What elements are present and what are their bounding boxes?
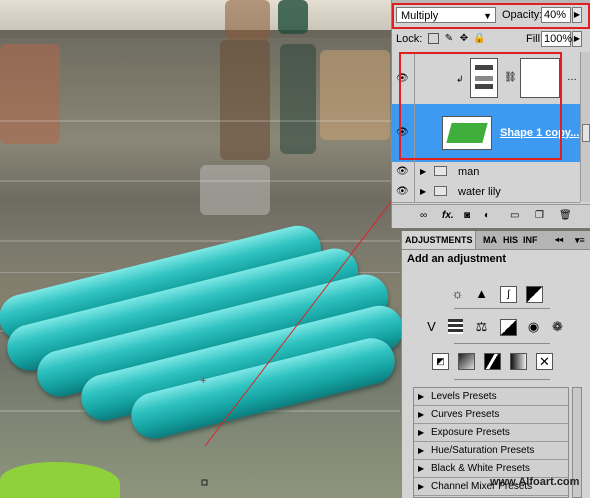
new-layer-icon[interactable]: ❐	[535, 210, 544, 222]
layers-panel: Multiply ▼ Opacity: 40% ▶ Lock: ✎ ✥ 🔒 Fi…	[391, 0, 590, 228]
expand-triangle-icon[interactable]: ▶	[420, 167, 426, 176]
box-reflection	[200, 165, 270, 215]
adjustment-thumbnail	[470, 58, 498, 98]
right-reflection	[320, 50, 390, 140]
visibility-eye-icon[interactable]: 👁	[396, 187, 410, 197]
lock-all-icon[interactable]: 🔒	[473, 33, 485, 45]
blend-mode-value: Multiply	[401, 10, 439, 22]
layer-mask-thumbnail[interactable]	[520, 58, 560, 98]
preset-item[interactable]: ▶ Levels Presets	[414, 388, 568, 406]
collapse-icon[interactable]: ◂◂	[552, 231, 566, 249]
preset-item[interactable]: ▶ Curves Presets	[414, 406, 568, 424]
brightness-contrast-icon[interactable]: ☼	[450, 286, 465, 301]
mask-icon[interactable]: ◙	[464, 210, 470, 222]
blend-row: Multiply ▼ Opacity: 40% ▶	[396, 7, 582, 29]
exposure-icon[interactable]	[526, 286, 543, 303]
hydrant	[278, 0, 308, 34]
invert-icon[interactable]: ◩	[432, 353, 449, 370]
sidewalk-area	[0, 0, 400, 32]
hue-saturation-icon[interactable]	[448, 319, 463, 334]
shape-thumbnail	[442, 116, 492, 150]
tab-adjustments[interactable]: ADJUSTMENTS	[402, 231, 476, 249]
lock-label: Lock:	[396, 33, 423, 45]
visibility-eye-icon[interactable]: 👁	[396, 74, 410, 84]
threshold-icon[interactable]	[484, 353, 501, 370]
layer-row-shape[interactable]: 👁 Shape 1 copy...	[392, 104, 580, 163]
trash-icon[interactable]: 🗑	[559, 210, 572, 222]
curb	[0, 30, 400, 38]
watermark-text: www.Alfoart.com	[490, 476, 580, 488]
blend-mode-select[interactable]: Multiply ▼	[396, 7, 496, 23]
preset-item[interactable]: ▶ Exposure Presets	[414, 424, 568, 442]
chevron-down-icon: ▼	[483, 11, 492, 21]
link-icon[interactable]: ∞	[420, 210, 427, 222]
levels-icon[interactable]: ▲	[474, 286, 489, 301]
visibility-eye-icon[interactable]: 👁	[396, 167, 410, 177]
tab-history[interactable]: HIS	[500, 231, 521, 249]
layer-name-man[interactable]: man	[458, 166, 479, 178]
expand-triangle-icon[interactable]: ▶	[420, 187, 426, 196]
water-lily-leaf	[0, 462, 120, 498]
opacity-label: Opacity:	[502, 9, 543, 21]
folder-icon	[434, 186, 447, 196]
opacity-slider-button[interactable]: ▶	[572, 7, 582, 23]
left-reflection	[0, 44, 60, 144]
layer-row-man[interactable]: 👁 ▶ man	[392, 162, 580, 183]
curves-icon[interactable]: ∫	[500, 286, 517, 303]
tab-masks[interactable]: MA	[480, 231, 500, 249]
person-reflection	[220, 40, 270, 160]
layers-tabstrip	[392, 0, 590, 4]
person-legs	[225, 0, 270, 40]
opacity-input[interactable]: 40%	[541, 7, 571, 23]
selective-color-icon[interactable]: ✕	[536, 353, 553, 370]
layer-name-water-lily[interactable]: water lily	[458, 186, 501, 198]
posterize-icon[interactable]	[458, 353, 475, 370]
photo-filter-icon[interactable]: ◉	[526, 319, 541, 334]
preset-item[interactable]: ▶ Hue/Saturation Presets	[414, 442, 568, 460]
lock-position-icon[interactable]: ✥	[458, 33, 470, 45]
lock-row: Lock: ✎ ✥ 🔒 Fill: 100% ▶	[396, 31, 586, 49]
panel-menu-icon[interactable]: ▾≡	[572, 231, 588, 249]
folder-icon	[434, 166, 447, 176]
adjustments-tabs: ADJUSTMENTS MA HIS INF ◂◂ ▾≡	[402, 231, 590, 250]
fx-icon[interactable]: fx.	[442, 210, 454, 222]
channel-mixer-icon[interactable]: ❁	[550, 319, 565, 334]
adjustments-panel: ADJUSTMENTS MA HIS INF ◂◂ ▾≡ Add an adju…	[401, 231, 590, 498]
add-adjustment-title: Add an adjustment	[407, 253, 507, 265]
folder-icon[interactable]: ▭	[510, 210, 519, 222]
visibility-eye-icon[interactable]: 👁	[396, 128, 410, 138]
link-chain-icon[interactable]: ⛓	[504, 72, 517, 83]
layer-row-water-lily[interactable]: 👁 ▶ water lily	[392, 182, 580, 203]
fill-input[interactable]: 100%	[541, 31, 572, 47]
hydrant-reflection	[280, 44, 316, 154]
lock-transparency-icon[interactable]	[428, 33, 439, 44]
adjustment-icon[interactable]: ◐	[484, 210, 490, 222]
lock-pixels-icon[interactable]: ✎	[443, 33, 455, 45]
vibrance-icon[interactable]: V	[424, 319, 439, 334]
layers-scrollbar[interactable]	[580, 52, 590, 202]
black-white-icon[interactable]	[500, 319, 517, 336]
gradient-map-icon[interactable]	[510, 353, 527, 370]
layers-footer: ∞ fx. ◙ ◐ ▭ ❐ 🗑	[392, 204, 590, 227]
tab-info[interactable]: INF	[520, 231, 541, 249]
fill-slider-button[interactable]: ▶	[572, 31, 582, 47]
color-balance-icon[interactable]: ⚖	[474, 319, 489, 334]
layer-name-shape[interactable]: Shape 1 copy...	[500, 127, 579, 139]
layer-row-adjustment[interactable]: 👁 ↲ ⛓ …	[392, 52, 580, 105]
clip-arrow-icon: ↲	[456, 74, 464, 84]
